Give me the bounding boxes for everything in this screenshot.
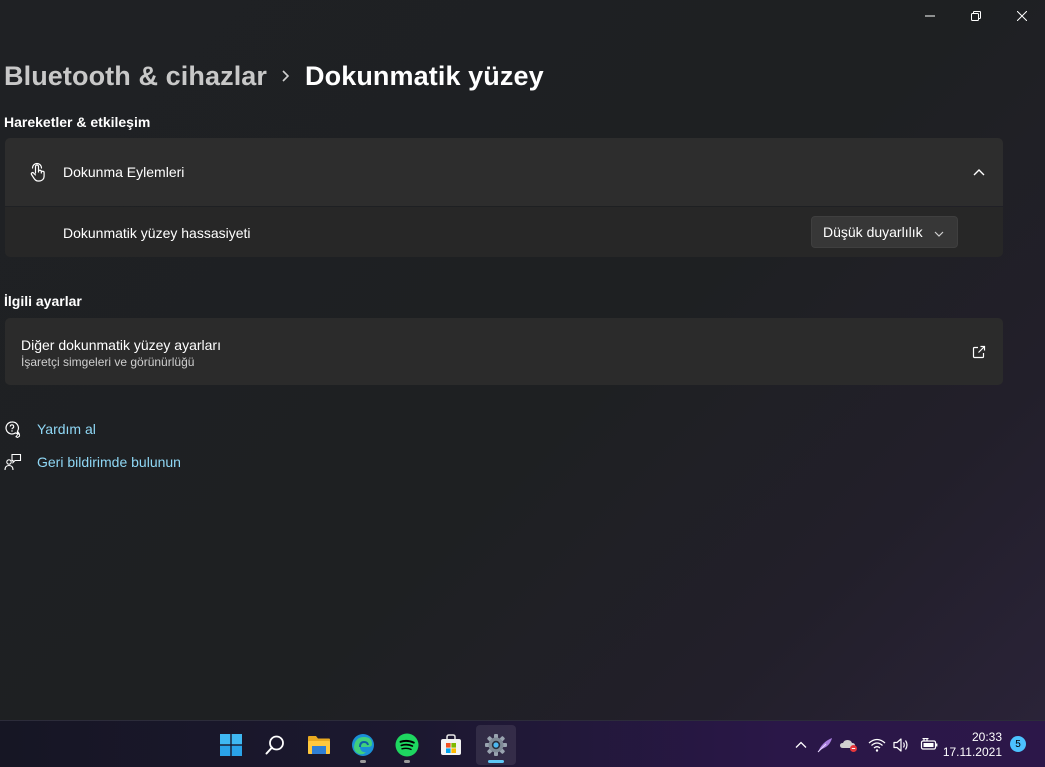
search-icon bbox=[265, 735, 284, 755]
chevron-down-icon bbox=[933, 227, 945, 239]
volume-icon[interactable] bbox=[889, 733, 913, 757]
feather-app-icon[interactable] bbox=[813, 733, 837, 757]
help-chat-icon bbox=[4, 420, 22, 439]
close-button[interactable] bbox=[999, 0, 1045, 32]
store-button[interactable] bbox=[431, 725, 471, 765]
external-link-icon bbox=[971, 344, 987, 360]
taskbar: 20:33 17.11.2021 5 bbox=[0, 720, 1045, 767]
dropdown-value: Düşük duyarlılık bbox=[823, 224, 923, 240]
close-icon bbox=[1017, 11, 1027, 21]
feedback-text: Geri bildirimde bulunun bbox=[37, 454, 181, 470]
clock-date: 17.11.2021 bbox=[942, 745, 1002, 759]
chevron-up-icon[interactable] bbox=[789, 733, 813, 757]
spotify-button[interactable] bbox=[387, 725, 427, 765]
clock-time: 20:33 bbox=[971, 730, 1002, 744]
windows-logo-icon bbox=[220, 734, 242, 756]
system-tray bbox=[789, 721, 941, 767]
file-explorer-button[interactable] bbox=[299, 725, 339, 765]
get-help-link[interactable]: Yardım al bbox=[4, 420, 96, 439]
section-title-gestures: Hareketler & etkileşim bbox=[4, 114, 151, 130]
taskbar-clock[interactable]: 20:33 17.11.2021 bbox=[942, 730, 1002, 760]
running-indicator bbox=[360, 760, 366, 763]
tap-hand-icon bbox=[27, 162, 49, 184]
active-indicator bbox=[488, 760, 504, 763]
get-help-text: Yardım al bbox=[37, 421, 96, 437]
breadcrumb: Bluetooth & cihazlar Dokunmatik yüzey bbox=[4, 58, 544, 94]
battery-icon[interactable] bbox=[917, 733, 941, 757]
breadcrumb-parent[interactable]: Bluetooth & cihazlar bbox=[4, 61, 267, 92]
restore-button[interactable] bbox=[953, 0, 999, 32]
edge-button[interactable] bbox=[343, 725, 383, 765]
edge-icon bbox=[352, 734, 374, 756]
minimize-icon bbox=[925, 15, 935, 17]
chevron-right-icon bbox=[281, 69, 291, 83]
chevron-up-icon bbox=[971, 165, 987, 181]
start-button[interactable] bbox=[211, 725, 251, 765]
feedback-link[interactable]: Geri bildirimde bulunun bbox=[4, 453, 181, 471]
running-indicator bbox=[404, 760, 410, 763]
caption-buttons bbox=[907, 0, 1045, 32]
more-touchpad-settings-link[interactable]: Diğer dokunmatik yüzey ayarları İşaretçi… bbox=[5, 318, 1003, 385]
store-icon bbox=[441, 734, 461, 755]
tap-actions-label: Dokunma Eylemleri bbox=[63, 164, 185, 180]
settings-button[interactable] bbox=[476, 725, 516, 765]
tap-actions-expander[interactable]: Dokunma Eylemleri bbox=[5, 138, 1003, 206]
section-title-related: İlgili ayarlar bbox=[4, 293, 82, 309]
settings-window: Bluetooth & cihazlar Dokunmatik yüzey Ha… bbox=[0, 0, 1045, 720]
notification-badge[interactable]: 5 bbox=[1010, 736, 1026, 752]
folder-icon bbox=[308, 736, 330, 754]
taskbar-search-button[interactable] bbox=[255, 725, 295, 765]
minimize-button[interactable] bbox=[907, 0, 953, 32]
touchpad-sensitivity-label: Dokunmatik yüzey hassasiyeti bbox=[63, 225, 251, 241]
feedback-icon bbox=[4, 453, 22, 471]
onedrive-icon[interactable] bbox=[837, 733, 861, 757]
wifi-icon[interactable] bbox=[865, 733, 889, 757]
spotify-icon bbox=[395, 733, 419, 757]
link-card-title: Diğer dokunmatik yüzey ayarları bbox=[21, 337, 221, 353]
link-card-description: İşaretçi simgeleri ve görünürlüğü bbox=[21, 355, 195, 369]
gear-icon bbox=[485, 734, 507, 756]
page-title: Dokunmatik yüzey bbox=[305, 60, 544, 91]
touchpad-sensitivity-dropdown[interactable]: Düşük duyarlılık bbox=[811, 216, 958, 248]
restore-icon bbox=[971, 11, 981, 21]
